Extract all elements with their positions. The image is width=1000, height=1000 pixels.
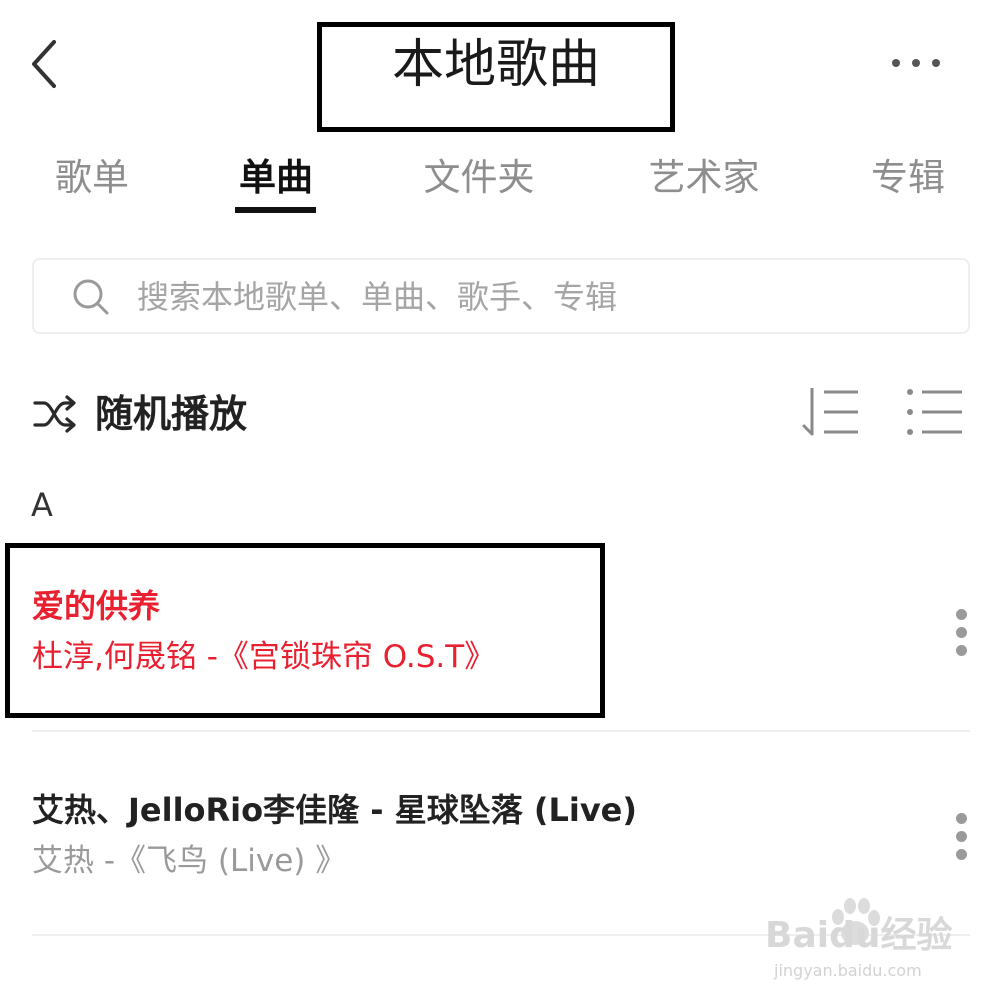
back-button[interactable] xyxy=(22,36,72,92)
song-artist-album: 艾热 -《飞鸟 (Live) 》 xyxy=(32,843,347,879)
watermark-logo: Baidu经验 xyxy=(765,915,953,956)
active-tab-indicator xyxy=(235,207,316,213)
sort-icon xyxy=(802,388,858,436)
page-title: 本地歌曲 xyxy=(391,35,600,95)
more-dot-icon xyxy=(932,59,940,67)
more-dot-icon xyxy=(912,59,920,67)
sort-button[interactable] xyxy=(798,384,864,440)
tab-playlists[interactable]: 歌单 xyxy=(44,150,140,206)
song-more-button[interactable] xyxy=(950,810,974,864)
dot-icon xyxy=(956,609,967,620)
tab-songs[interactable]: 单曲 xyxy=(226,150,326,206)
song-title: 艾热、JelloRio李佳隆 - 星球坠落 (Live) xyxy=(32,791,638,829)
more-button[interactable] xyxy=(892,52,944,74)
search-icon xyxy=(73,279,109,315)
song-title: 爱的供养 xyxy=(32,587,161,625)
song-more-button[interactable] xyxy=(950,606,974,660)
list-view-button[interactable] xyxy=(904,384,966,440)
section-index-letter: A xyxy=(31,486,53,524)
chevron-left-icon xyxy=(32,40,56,88)
list-icon xyxy=(907,389,962,435)
dot-icon xyxy=(956,813,967,824)
song-artist-album: 杜淳,何晟铭 -《宫锁珠帘 O.S.T》 xyxy=(32,639,496,675)
tab-albums[interactable]: 专辑 xyxy=(862,150,954,206)
dot-icon xyxy=(956,849,967,860)
shuffle-icon xyxy=(33,395,76,433)
tab-artists[interactable]: 艺术家 xyxy=(637,150,771,206)
more-dot-icon xyxy=(892,59,900,67)
song-highlight-box xyxy=(5,543,605,718)
dot-icon xyxy=(956,645,967,656)
watermark-url: jingyan.baidu.com xyxy=(774,961,922,980)
dot-icon xyxy=(956,831,967,842)
search-placeholder: 搜索本地歌单、单曲、歌手、专辑 xyxy=(137,278,618,316)
dot-icon xyxy=(956,627,967,638)
shuffle-label: 随机播放 xyxy=(95,392,248,436)
tab-folders[interactable]: 文件夹 xyxy=(412,150,546,206)
